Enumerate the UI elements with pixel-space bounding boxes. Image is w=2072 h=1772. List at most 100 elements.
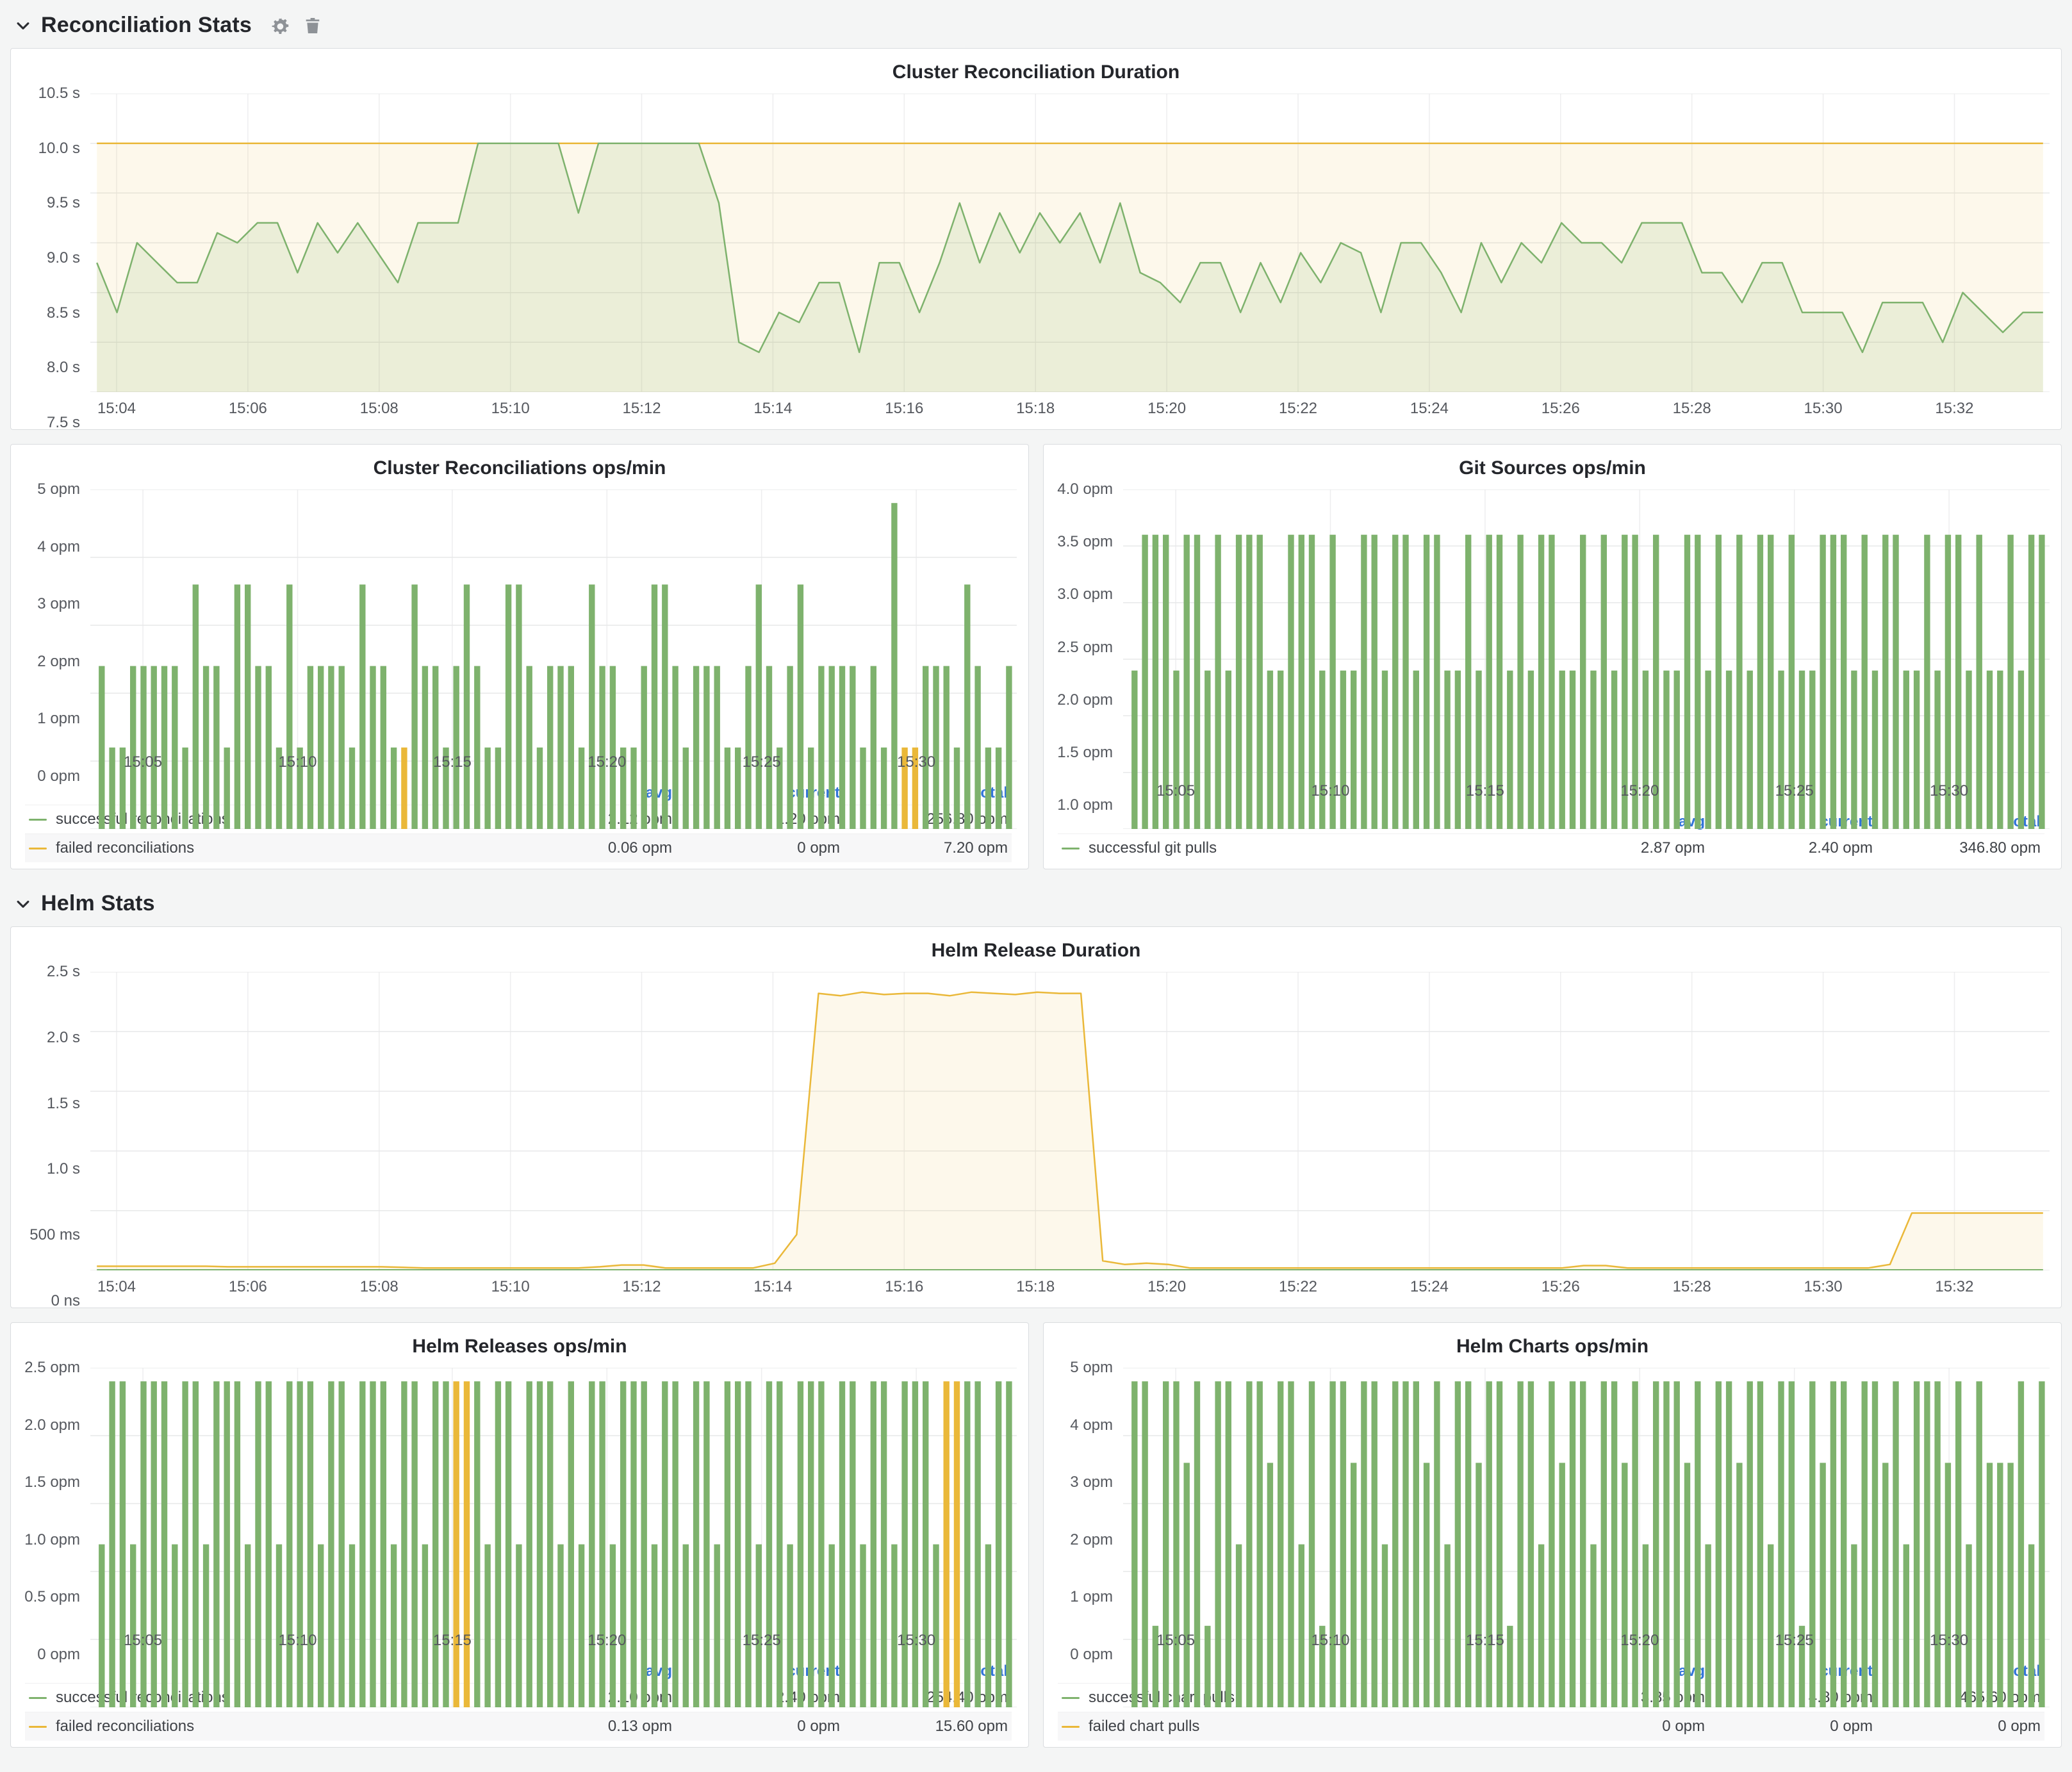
legend-value: 0 opm bbox=[672, 1718, 840, 1735]
x-tick-label: 15:18 bbox=[1016, 400, 1055, 418]
x-tick-label: 15:05 bbox=[1156, 1632, 1195, 1650]
y-tick-label: 0 ns bbox=[51, 1292, 80, 1310]
legend-value: 0 opm bbox=[672, 839, 840, 857]
y-tick-label: 3.0 opm bbox=[1057, 586, 1113, 603]
x-tick-label: 15:14 bbox=[753, 400, 792, 418]
legend-label[interactable]: failed reconciliations bbox=[56, 1718, 194, 1735]
x-tick-label: 15:06 bbox=[229, 400, 267, 418]
legend-value: 346.80 opm bbox=[1873, 839, 2041, 857]
x-tick-label: 15:30 bbox=[1930, 1632, 1968, 1650]
x-tick-label: 15:20 bbox=[1147, 400, 1186, 418]
x-tick-label: 15:08 bbox=[360, 400, 399, 418]
y-tick-label: 9.0 s bbox=[47, 249, 80, 267]
y-axis: 1.0 opm1.5 opm2.0 opm2.5 opm3.0 opm3.5 o… bbox=[1055, 489, 1123, 805]
panel-helm-charts-ops: Helm Charts ops/min 0 opm1 opm2 opm3 opm… bbox=[1043, 1322, 2062, 1748]
x-tick-label: 15:06 bbox=[229, 1278, 267, 1296]
plot-area[interactable] bbox=[1123, 489, 2050, 775]
y-tick-label: 0.5 opm bbox=[24, 1588, 80, 1606]
panel-title[interactable]: Helm Releases ops/min bbox=[22, 1331, 1017, 1368]
y-tick-label: 1.5 s bbox=[47, 1095, 80, 1113]
y-tick-label: 5 opm bbox=[37, 480, 80, 498]
x-tick-label: 15:25 bbox=[743, 753, 781, 771]
row-header-helm-stats[interactable]: Helm Stats bbox=[10, 883, 2062, 926]
panel-helm-release-duration: Helm Release Duration 0 ns500 ms1.0 s1.5… bbox=[10, 926, 2062, 1308]
legend-row: failed chart pulls0 opm0 opm0 opm bbox=[1058, 1712, 2044, 1741]
panel-title[interactable]: Helm Charts ops/min bbox=[1055, 1331, 2050, 1368]
panel-title[interactable]: Helm Release Duration bbox=[22, 935, 2050, 972]
x-tick-label: 15:10 bbox=[1311, 1632, 1349, 1650]
plot-area[interactable] bbox=[1123, 1368, 2050, 1624]
chevron-down-icon bbox=[14, 895, 32, 913]
panel-title[interactable]: Cluster Reconciliation Duration bbox=[22, 56, 2050, 94]
legend-label[interactable]: failed chart pulls bbox=[1089, 1718, 1199, 1735]
x-tick-label: 15:24 bbox=[1410, 1278, 1449, 1296]
y-tick-label: 10.5 s bbox=[38, 85, 80, 103]
y-axis: 0 opm1 opm2 opm3 opm4 opm5 opm bbox=[22, 489, 90, 776]
legend-value: 0 opm bbox=[1705, 1718, 1873, 1735]
legend-value: 2.40 opm bbox=[1705, 839, 1873, 857]
chart-body: 0 opm1 opm2 opm3 opm4 opm5 opm 15:0515:1… bbox=[1055, 1368, 2050, 1655]
legend-label[interactable]: failed reconciliations bbox=[56, 839, 194, 857]
x-tick-label: 15:25 bbox=[1775, 1632, 1814, 1650]
x-tick-label: 15:15 bbox=[1466, 1632, 1504, 1650]
x-tick-label: 15:15 bbox=[433, 753, 472, 771]
x-tick-label: 15:28 bbox=[1673, 400, 1711, 418]
x-tick-label: 15:20 bbox=[1147, 1278, 1186, 1296]
gear-icon[interactable] bbox=[270, 16, 289, 35]
x-tick-label: 15:20 bbox=[1620, 782, 1659, 800]
x-axis: 15:0515:1015:1515:2015:2515:30 bbox=[90, 746, 1017, 776]
x-tick-label: 15:30 bbox=[1930, 782, 1968, 800]
panel-title[interactable]: Cluster Reconciliations ops/min bbox=[22, 452, 1017, 489]
x-tick-label: 15:20 bbox=[588, 1632, 626, 1650]
x-tick-label: 15:28 bbox=[1673, 1278, 1711, 1296]
plot-area[interactable] bbox=[90, 972, 2050, 1270]
y-tick-label: 10.0 s bbox=[38, 140, 80, 158]
y-tick-label: 500 ms bbox=[29, 1226, 80, 1244]
legend-value: 0 opm bbox=[1537, 1718, 1705, 1735]
y-tick-label: 5 opm bbox=[1070, 1359, 1113, 1377]
x-tick-label: 15:22 bbox=[1279, 400, 1317, 418]
panel-git-sources-ops: Git Sources ops/min 1.0 opm1.5 opm2.0 op… bbox=[1043, 444, 2062, 869]
x-tick-label: 15:16 bbox=[885, 400, 923, 418]
x-tick-label: 15:12 bbox=[623, 400, 661, 418]
y-tick-label: 0 opm bbox=[37, 1646, 80, 1664]
legend-row: failed reconciliations0.13 opm0 opm15.60… bbox=[25, 1712, 1012, 1741]
x-tick-label: 15:15 bbox=[433, 1632, 472, 1650]
x-tick-label: 15:05 bbox=[124, 1632, 162, 1650]
plot-area[interactable] bbox=[90, 489, 1017, 746]
x-tick-label: 15:10 bbox=[278, 753, 317, 771]
x-tick-label: 15:26 bbox=[1542, 1278, 1580, 1296]
x-tick-label: 15:25 bbox=[1775, 782, 1814, 800]
plot-area[interactable] bbox=[90, 1368, 1017, 1624]
x-tick-label: 15:10 bbox=[491, 400, 530, 418]
x-axis: 15:0515:1015:1515:2015:2515:30 bbox=[90, 1624, 1017, 1655]
chart-body: 0 opm0.5 opm1.0 opm1.5 opm2.0 opm2.5 opm… bbox=[22, 1368, 1017, 1655]
y-tick-label: 3.5 opm bbox=[1057, 533, 1113, 551]
trash-icon[interactable] bbox=[303, 16, 322, 35]
x-tick-label: 15:22 bbox=[1279, 1278, 1317, 1296]
x-tick-label: 15:08 bbox=[360, 1278, 399, 1296]
x-tick-label: 15:18 bbox=[1016, 1278, 1055, 1296]
x-tick-label: 15:20 bbox=[588, 753, 626, 771]
row-header-reconciliation-stats[interactable]: Reconciliation Stats bbox=[10, 5, 2062, 48]
plot-area[interactable] bbox=[90, 94, 2050, 392]
panel-title[interactable]: Git Sources ops/min bbox=[1055, 452, 2050, 489]
chevron-down-icon bbox=[14, 17, 32, 35]
series-color-dash bbox=[29, 1697, 47, 1699]
x-tick-label: 15:12 bbox=[623, 1278, 661, 1296]
legend-label[interactable]: successful git pulls bbox=[1089, 839, 1217, 857]
chart-body: 0 ns500 ms1.0 s1.5 s2.0 s2.5 s 15:0415:0… bbox=[22, 972, 2050, 1301]
panel-cluster-reconciliation-duration: Cluster Reconciliation Duration 7.5 s8.0… bbox=[10, 48, 2062, 430]
y-tick-label: 4 opm bbox=[1070, 1416, 1113, 1434]
panel-helm-releases-ops: Helm Releases ops/min 0 opm0.5 opm1.0 op… bbox=[10, 1322, 1029, 1748]
series-color-dash bbox=[29, 848, 47, 849]
x-tick-label: 15:14 bbox=[753, 1278, 792, 1296]
y-tick-label: 8.0 s bbox=[47, 359, 80, 377]
y-tick-label: 2.5 opm bbox=[24, 1359, 80, 1377]
x-tick-label: 15:16 bbox=[885, 1278, 923, 1296]
y-tick-label: 2.5 opm bbox=[1057, 639, 1113, 657]
series-color-dash bbox=[29, 1726, 47, 1728]
y-tick-label: 2.0 s bbox=[47, 1029, 80, 1047]
chart-body: 1.0 opm1.5 opm2.0 opm2.5 opm3.0 opm3.5 o… bbox=[1055, 489, 2050, 805]
y-tick-label: 2.0 opm bbox=[1057, 691, 1113, 709]
